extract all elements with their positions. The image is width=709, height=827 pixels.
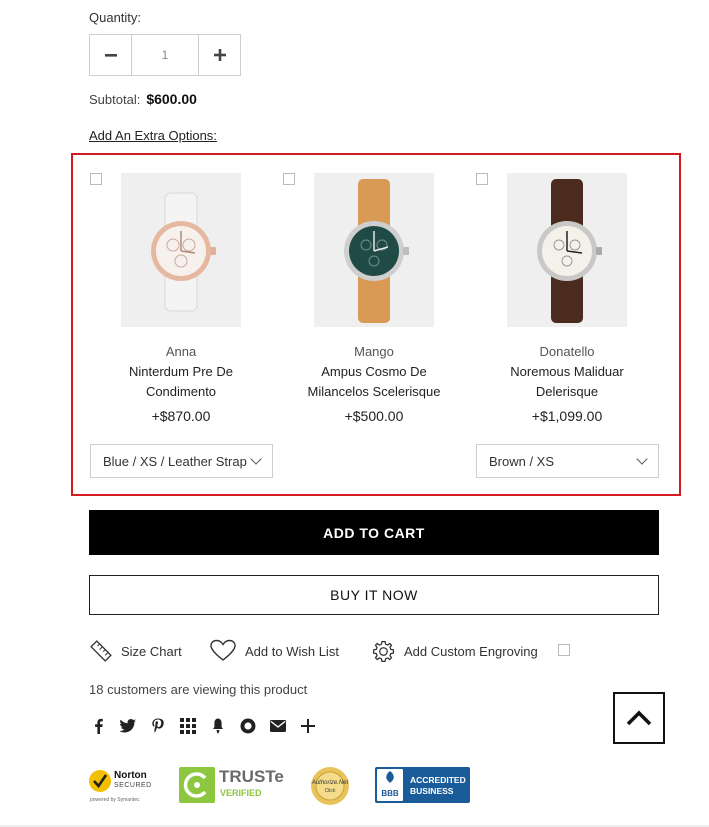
add-to-cart-button[interactable]: ADD TO CART xyxy=(89,510,659,555)
bbb-accredited-text: ACCREDITED xyxy=(410,775,466,785)
wishlist-label: Add to Wish List xyxy=(245,643,339,659)
product-2-checkbox[interactable] xyxy=(283,173,295,185)
watch-icon xyxy=(537,179,602,323)
minus-icon xyxy=(104,54,117,57)
product-3-name-line1[interactable]: Noremous Maliduar xyxy=(472,362,662,382)
chevron-down-icon xyxy=(636,453,648,465)
ruler-icon xyxy=(90,640,112,662)
bbb-accredited-badge: BBB ACCREDITED BUSINESS xyxy=(375,767,470,803)
facebook-icon[interactable] xyxy=(88,716,108,736)
custom-engraving-option[interactable]: Add Custom Engroving xyxy=(371,639,538,664)
norton-secured-text: SECURED xyxy=(114,782,152,789)
bbb-logo-text: BBB xyxy=(381,789,399,798)
product-2-price: +$500.00 xyxy=(344,408,404,424)
extra-options-link[interactable]: Add An Extra Options: xyxy=(89,128,217,143)
product-1-price: +$870.00 xyxy=(151,408,211,424)
back-to-top-button[interactable] xyxy=(613,692,665,744)
email-icon[interactable] xyxy=(268,716,288,736)
truste-title: TRUSTe xyxy=(219,767,284,786)
product-2-brand: Mango xyxy=(354,344,394,359)
quantity-input[interactable] xyxy=(132,35,198,75)
engraving-label: Add Custom Engroving xyxy=(404,644,538,659)
size-chart-label: Size Chart xyxy=(121,643,182,659)
plus-icon xyxy=(213,49,226,61)
product-1-name-line2[interactable]: Condimento xyxy=(86,382,276,402)
grid-icon[interactable] xyxy=(178,716,198,736)
reddit-icon[interactable] xyxy=(238,716,258,736)
product-3-variant-value: Brown / XS xyxy=(489,453,555,469)
truste-verified-badge: TRUSTe VERIFIED xyxy=(179,767,284,805)
heart-icon xyxy=(210,639,236,661)
decrease-quantity-button[interactable] xyxy=(90,35,132,75)
authorize-net-badge: Authorize.Net Click xyxy=(306,766,354,806)
product-1-variant-value: Blue / XS / Leather Strap xyxy=(103,453,247,469)
product-2-name-line2[interactable]: Milancelos Scelerisque xyxy=(279,382,469,402)
subtotal-label: Subtotal: xyxy=(89,92,141,107)
product-3-name-line2[interactable]: Delerisque xyxy=(472,382,662,402)
norton-title: Norton xyxy=(114,770,147,781)
authorize-net-click: Click xyxy=(324,788,336,794)
gear-icon xyxy=(372,640,395,663)
bbb-logo-mark: BBB xyxy=(377,769,403,801)
bbb-business-text: BUSINESS xyxy=(410,786,454,796)
product-3-checkbox[interactable] xyxy=(476,173,488,185)
quantity-stepper xyxy=(89,34,241,76)
product-3-variant-select[interactable]: Brown / XS xyxy=(476,444,659,478)
chevron-up-icon xyxy=(626,710,652,726)
twitter-icon[interactable] xyxy=(118,716,138,736)
product-3-brand: Donatello xyxy=(539,344,595,359)
product-1-variant-select[interactable]: Blue / XS / Leather Strap xyxy=(90,444,273,478)
norton-secured-badge: Norton SECURED powered by Symantec xyxy=(87,766,155,806)
subtotal-value: $600.00 xyxy=(146,91,197,107)
truste-logo-mark xyxy=(179,767,215,803)
product-1-checkbox[interactable] xyxy=(90,173,102,185)
product-2-name-line1[interactable]: Ampus Cosmo De xyxy=(279,362,469,382)
increase-quantity-button[interactable] xyxy=(198,35,240,75)
pinterest-icon[interactable] xyxy=(148,716,168,736)
watch-icon xyxy=(151,192,216,312)
product-1-brand: Anna xyxy=(165,344,197,359)
product-1-image[interactable] xyxy=(121,173,241,327)
seal-icon xyxy=(311,767,349,805)
truste-verified-text: VERIFIED xyxy=(220,788,262,798)
chevron-down-icon xyxy=(250,453,262,465)
viewers-count-text: 18 customers are viewing this product xyxy=(89,682,308,697)
size-chart-link[interactable]: Size Chart xyxy=(89,639,182,663)
quantity-label: Quantity: xyxy=(89,10,142,25)
plus-icon[interactable] xyxy=(298,716,318,736)
norton-symantec-text: powered by Symantec xyxy=(90,797,140,803)
authorize-net-title: Authorize.Net xyxy=(311,780,349,786)
product-2-image[interactable] xyxy=(314,173,434,327)
buy-it-now-button[interactable]: BUY IT NOW xyxy=(89,575,659,615)
add-to-wishlist-link[interactable]: Add to Wish List xyxy=(210,639,339,663)
product-3-image[interactable] xyxy=(507,173,627,327)
watch-icon xyxy=(344,179,409,323)
product-3-price: +$1,099.00 xyxy=(531,408,603,424)
custom-engraving-checkbox[interactable] xyxy=(558,644,570,656)
product-1-name-line1[interactable]: Ninterdum Pre De xyxy=(86,362,276,382)
subtotal: Subtotal: $600.00 xyxy=(89,91,197,107)
tumblr-icon[interactable] xyxy=(208,716,228,736)
